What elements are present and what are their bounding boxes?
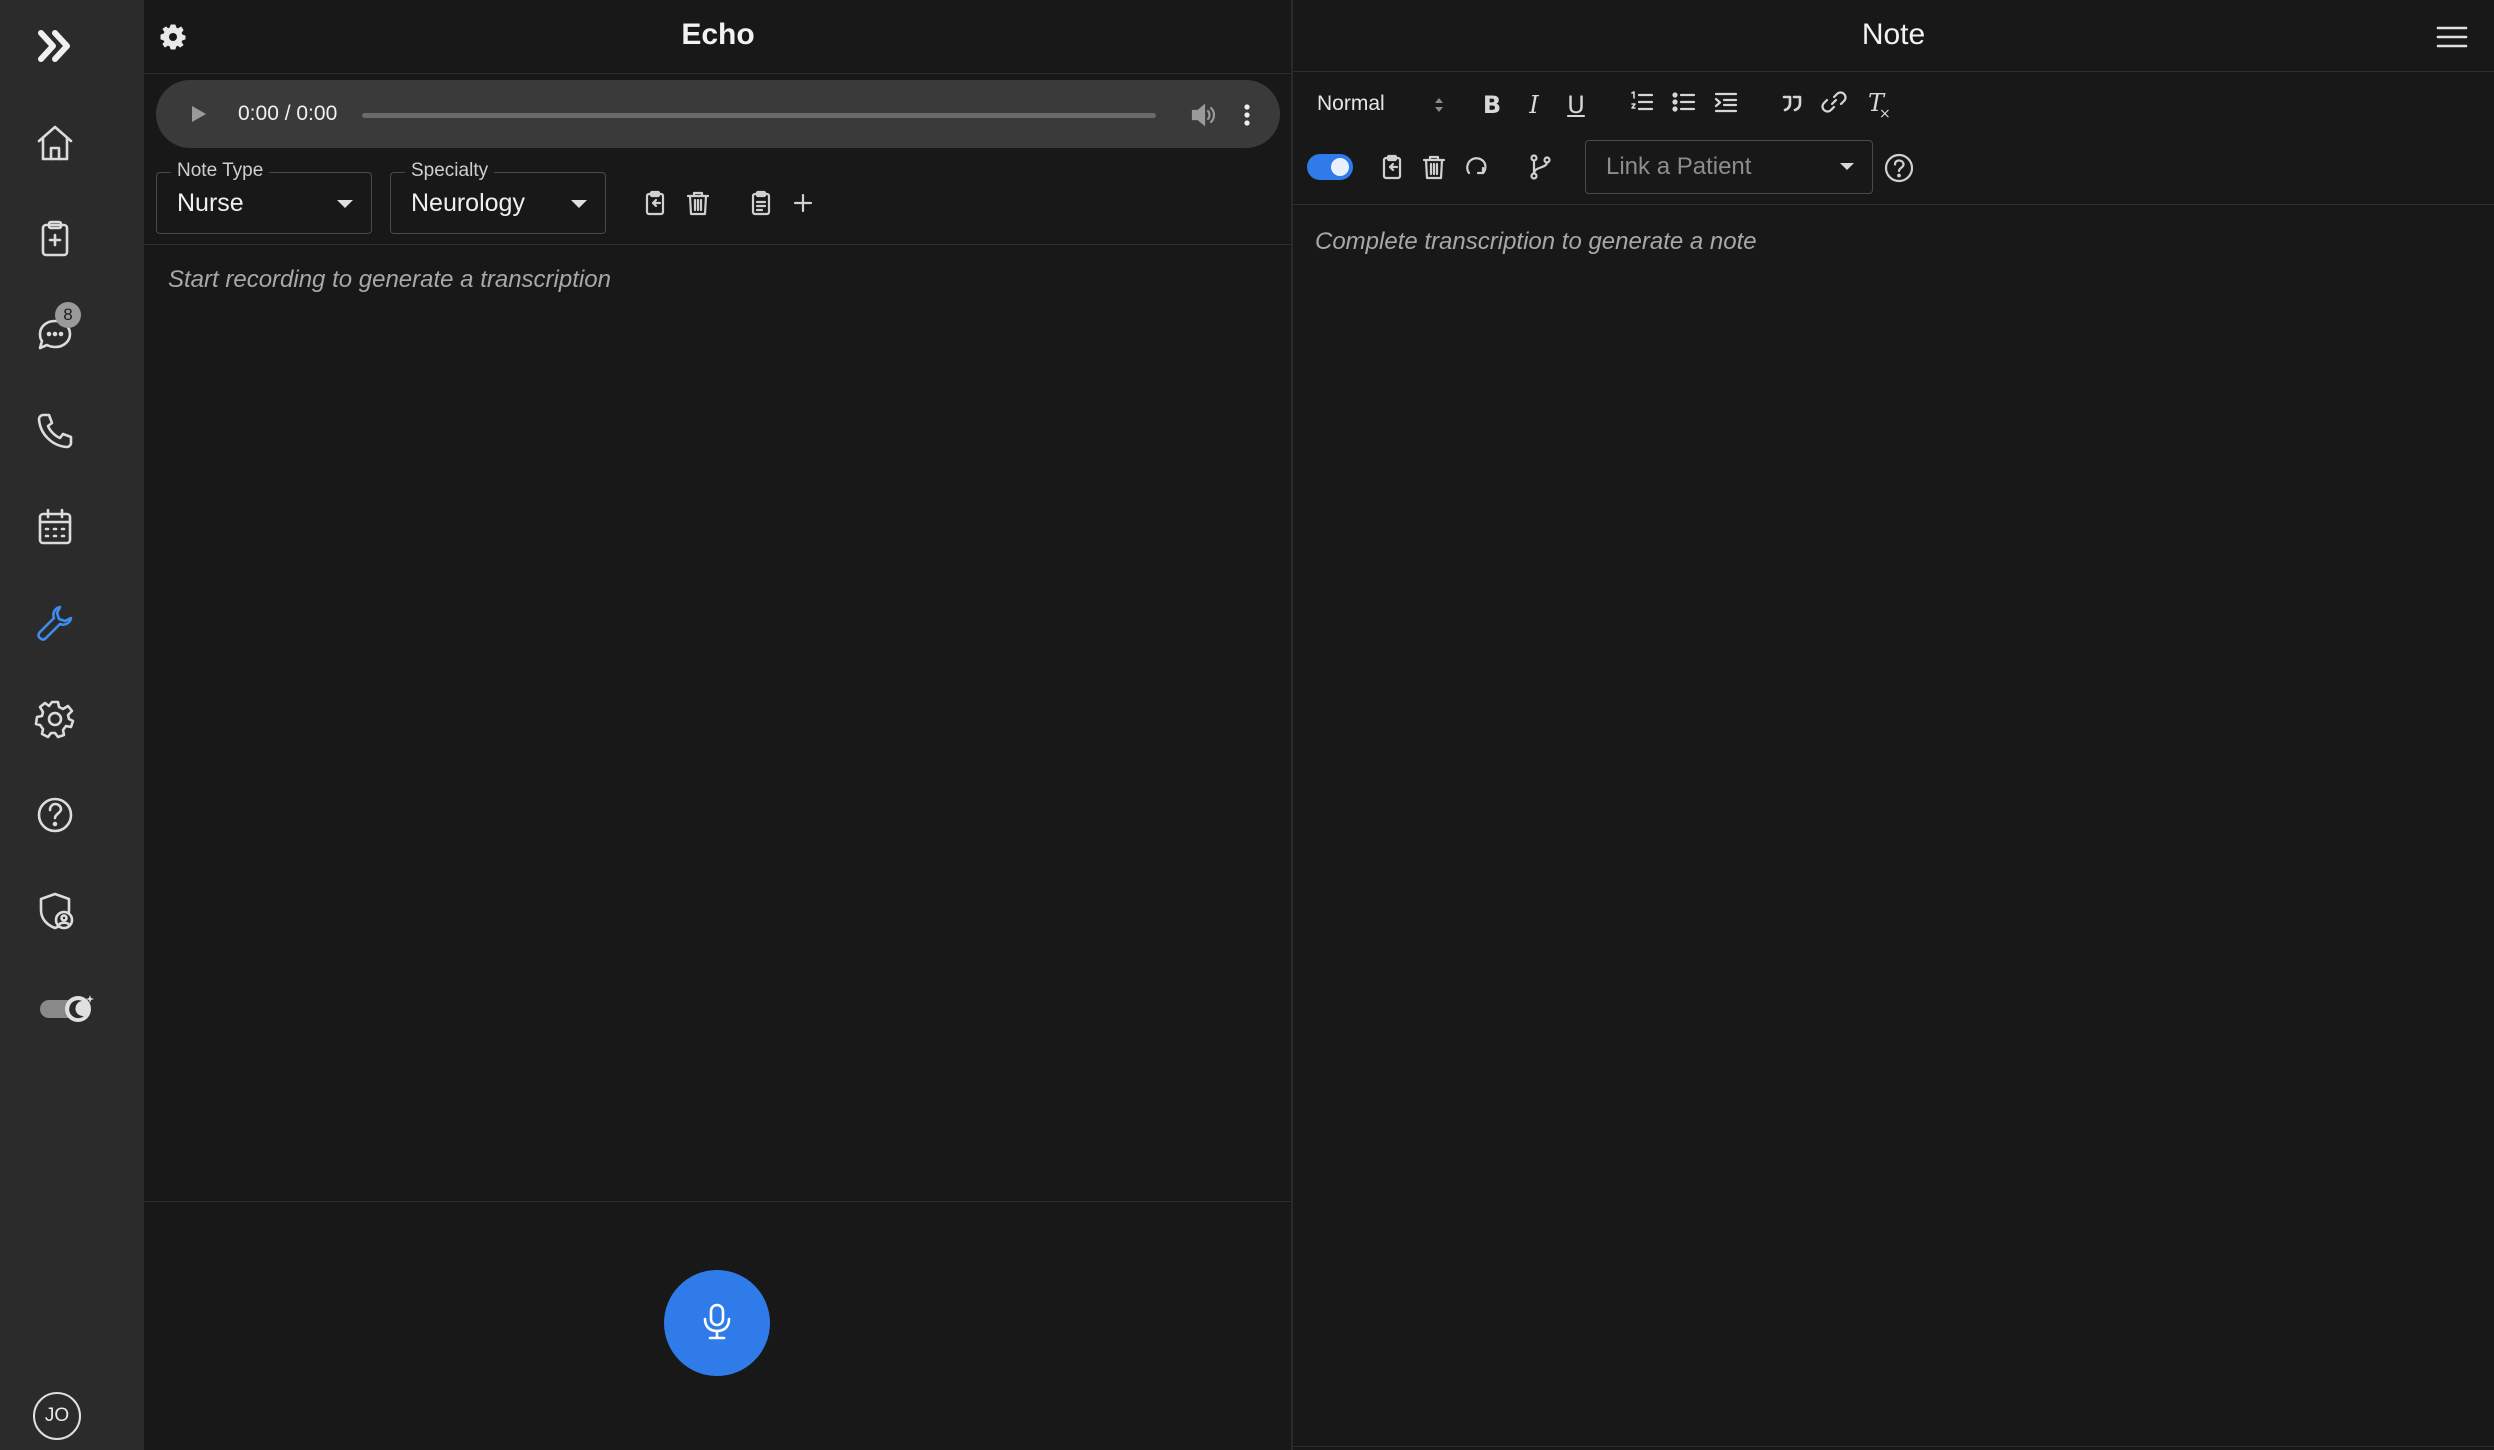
- sidebar-item-help[interactable]: [22, 784, 88, 850]
- theme-toggle-icon: [38, 995, 98, 1030]
- bullet-list-button[interactable]: [1669, 90, 1699, 120]
- copy-icon: [1377, 154, 1407, 186]
- sidebar-item-security[interactable]: [22, 880, 88, 946]
- audio-progress-bar[interactable]: [362, 113, 1156, 118]
- home-icon: [33, 121, 77, 170]
- note-type-label: Note Type: [171, 160, 270, 182]
- volume-button[interactable]: [1188, 100, 1218, 130]
- wrench-icon: [33, 601, 77, 650]
- sidebar-item-calendar[interactable]: [22, 496, 88, 562]
- indent-icon: [1712, 88, 1740, 122]
- note-title: Note: [1861, 18, 1926, 51]
- trash-icon: [1419, 155, 1449, 186]
- note-panel: Note Normal B I U T × Link a Patient Com…: [1293, 0, 2494, 1450]
- sidebar-item-home[interactable]: [22, 112, 88, 178]
- underline-button[interactable]: U: [1561, 90, 1591, 120]
- regenerate-button[interactable]: [1461, 152, 1491, 182]
- double-chevron-right-icon: [33, 24, 77, 73]
- link-patient-select[interactable]: [1585, 140, 1873, 194]
- microphone-icon: [697, 1301, 737, 1346]
- audio-time: 0:00 / 0:00: [238, 102, 338, 125]
- heading-format-select[interactable]: Normal: [1317, 92, 1385, 116]
- auto-generate-toggle[interactable]: [1307, 154, 1353, 180]
- paste-button[interactable]: [746, 188, 776, 218]
- toggle-knob: [1331, 158, 1349, 176]
- more-vertical-icon: [1240, 104, 1254, 134]
- sidebar-item-calls[interactable]: [22, 400, 88, 466]
- volume-icon: [1188, 103, 1218, 134]
- quote-icon: [1778, 88, 1806, 122]
- audio-player: 0:00 / 0:00: [156, 80, 1280, 148]
- echo-header: Echo: [144, 0, 1292, 74]
- caret-down-icon: [337, 200, 353, 208]
- bold-button[interactable]: B: [1477, 90, 1507, 120]
- help-button[interactable]: [1883, 152, 1915, 184]
- shield-user-icon: [33, 889, 77, 938]
- specialty-value: Neurology: [411, 189, 525, 217]
- audio-more-button[interactable]: [1240, 100, 1254, 130]
- echo-panel: Echo 0:00 / 0:00 Note Type Nurse Special…: [144, 0, 1292, 1450]
- divider: [144, 244, 1292, 245]
- sidebar: 8 JO: [0, 0, 144, 1450]
- select-arrows-icon: [1433, 94, 1445, 116]
- record-button[interactable]: [664, 1270, 770, 1376]
- play-icon: [186, 106, 210, 130]
- help-circle-icon: [1883, 153, 1915, 188]
- trash-icon: [683, 191, 713, 222]
- menu-button[interactable]: [2435, 22, 2469, 52]
- bullet-list-icon: [1670, 88, 1698, 122]
- help-circle-icon: [33, 793, 77, 842]
- blockquote-button[interactable]: [1777, 90, 1807, 120]
- copy-transcript-button[interactable]: [640, 188, 670, 218]
- sidebar-item-tools[interactable]: [22, 592, 88, 658]
- note-header: Note: [1293, 0, 2494, 72]
- caret-down-icon: [571, 200, 587, 208]
- hamburger-menu-icon: [2435, 26, 2469, 56]
- delete-transcript-button[interactable]: [683, 188, 713, 218]
- clipboard-icon: [746, 190, 776, 222]
- transcript-placeholder: Start recording to generate a transcript…: [168, 266, 611, 293]
- add-button[interactable]: [788, 188, 818, 218]
- ordered-list-button[interactable]: [1627, 90, 1657, 120]
- messages-badge: 8: [55, 302, 81, 328]
- clear-format-button[interactable]: T ×: [1861, 89, 1891, 122]
- link-patient-input[interactable]: [1586, 141, 1836, 193]
- caret-down-icon: [1840, 163, 1854, 170]
- theme-toggle[interactable]: [38, 992, 98, 1026]
- sidebar-item-clipboard[interactable]: [22, 208, 88, 274]
- link-icon: [1820, 88, 1848, 122]
- link-button[interactable]: [1819, 90, 1849, 120]
- avatar[interactable]: JO: [33, 1392, 81, 1440]
- ordered-list-icon: [1628, 88, 1656, 122]
- echo-title: Echo: [681, 18, 755, 51]
- branch-button[interactable]: [1525, 152, 1555, 182]
- play-button[interactable]: [186, 102, 210, 126]
- divider: [144, 1201, 1292, 1202]
- divider: [1293, 1446, 2494, 1447]
- expand-sidebar-button[interactable]: [22, 15, 88, 81]
- phone-icon: [33, 409, 77, 458]
- clipboard-plus-icon: [33, 217, 77, 266]
- gear-icon: [33, 697, 77, 746]
- specialty-label: Specialty: [405, 160, 495, 182]
- plus-icon: [788, 193, 818, 222]
- refresh-icon: [1461, 157, 1491, 186]
- sidebar-item-settings[interactable]: [22, 688, 88, 754]
- note-type-select[interactable]: Note Type Nurse: [156, 160, 372, 234]
- italic-button[interactable]: I: [1519, 90, 1549, 120]
- note-placeholder: Complete transcription to generate a not…: [1315, 228, 1757, 255]
- copy-note-button[interactable]: [1377, 152, 1407, 182]
- specialty-select[interactable]: Specialty Neurology: [390, 160, 606, 234]
- note-type-value: Nurse: [177, 189, 244, 217]
- git-branch-icon: [1525, 154, 1555, 186]
- copy-icon: [640, 190, 670, 222]
- indent-button[interactable]: [1711, 90, 1741, 120]
- divider: [1293, 204, 2494, 205]
- calendar-icon: [33, 505, 77, 554]
- sidebar-item-messages[interactable]: 8: [22, 302, 88, 370]
- delete-note-button[interactable]: [1419, 152, 1449, 182]
